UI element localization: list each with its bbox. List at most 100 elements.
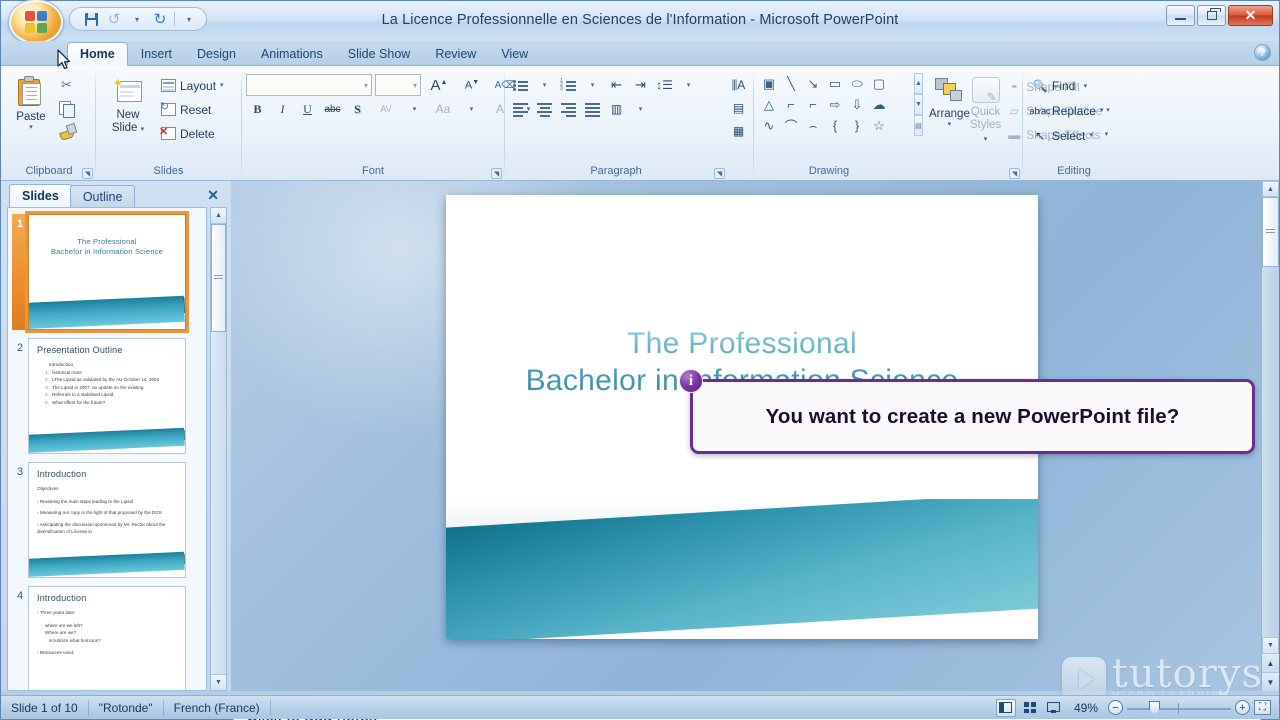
previous-slide-button[interactable]: ▲ [1262,653,1279,672]
shapes-scrollbar[interactable]: ▲ ▼ ▤ [914,73,923,136]
slide-thumbnail[interactable]: Presentation Outline Introduction 1. hist… [28,338,186,454]
shape-text-box-icon[interactable]: ▣ [758,73,780,94]
fit-to-window-button[interactable]: ⛶ [1254,700,1271,715]
line-spacing-dropdown[interactable]: ▾ [677,74,700,96]
shapes-scroll-up[interactable]: ▲ [914,73,923,94]
italic-button[interactable]: I [271,98,294,120]
align-right-button[interactable] [557,98,580,120]
next-slide-button[interactable]: ▼ [1262,672,1279,691]
align-left-button[interactable] [509,98,532,120]
shape-right-brace-icon[interactable]: } [846,115,868,136]
shapes-gallery[interactable]: ▣ ╲ ↘ ▭ ⬭ ▢ △ ⌐ ⌐ ⇨ ⇩ ☁ ∿ ⌒ ⌢ {} ☆ [758,73,912,136]
align-center-button[interactable] [533,98,556,120]
list-item[interactable]: 4 Introduction › Three years later: wher… [12,586,202,690]
shape-oval-icon[interactable]: ⬭ [846,73,868,94]
quick-styles-button[interactable]: Quick Styles ▾ [970,73,1001,145]
change-case-dropdown[interactable]: ▾ [460,98,483,120]
theme-name[interactable]: "Rotonde" [89,699,164,716]
zoom-slider[interactable] [1127,700,1231,715]
minimize-button[interactable] [1166,5,1195,26]
close-slides-pane-icon[interactable]: ✕ [207,187,219,204]
scroll-down-icon[interactable]: ▼ [211,674,226,690]
shape-cloud-icon[interactable]: ☁ [868,94,890,115]
character-spacing-dropdown[interactable]: ▾ [403,98,426,120]
shape-arrow-icon[interactable]: ↘ [802,73,824,94]
shape-scribble-icon[interactable]: ∿ [758,115,780,136]
shape-triangle-icon[interactable]: △ [758,94,780,115]
tab-home[interactable]: Home [67,42,128,66]
slide-thumbnail[interactable]: Introduction Objectives › Revisiting the… [28,462,186,578]
select-button[interactable]: ↖ Select ▾ [1027,124,1098,147]
shapes-more[interactable]: ▤ [914,115,923,136]
copy-button[interactable] [55,97,78,119]
decrease-indent-button[interactable]: ⇤ [605,74,628,96]
tab-outline[interactable]: Outline [69,185,136,207]
columns-dropdown[interactable]: ▾ [629,98,652,120]
zoom-slider-handle[interactable] [1149,700,1160,715]
grow-font-button[interactable]: A▲ [424,74,454,96]
view-normal-button[interactable] [995,698,1016,717]
tab-slides[interactable]: Slides [9,184,72,207]
slides-pane-scrollbar[interactable]: ▲ ▼ [210,207,227,691]
shape-rectangle-icon[interactable]: ▭ [824,73,846,94]
slide-thumbnail-list[interactable]: 1 The Professional Bachelor in Informati… [7,207,207,691]
shapes-scroll-down[interactable]: ▼ [914,94,923,115]
change-case-button[interactable]: Aa [428,98,458,120]
language-indicator[interactable]: French (France) [164,699,271,716]
help-icon[interactable]: ? [1254,44,1271,61]
columns-button[interactable]: ▥ [605,98,628,120]
tab-review[interactable]: Review [423,42,488,65]
replace-button[interactable]: ab⁄ac Replace ▾ [1027,99,1109,122]
justify-button[interactable] [581,98,604,120]
tab-insert[interactable]: Insert [129,42,184,65]
list-item[interactable]: 2 Presentation Outline Introduction 1. hi… [12,338,202,454]
paragraph-dialog-launcher[interactable]: ◥ [714,168,725,179]
shape-right-arrow-icon[interactable]: ⇨ [824,94,846,115]
bullets-dropdown[interactable]: ▾ [533,74,556,96]
shape-line-icon[interactable]: ╲ [780,73,802,94]
shape-left-brace-icon[interactable]: { [824,115,846,136]
strikethrough-button[interactable]: abc [321,98,344,120]
scrollbar-thumb[interactable] [1262,197,1279,267]
line-spacing-button[interactable]: ↕☰ [653,74,676,96]
numbering-button[interactable] [557,74,580,96]
bold-button[interactable]: B [246,98,269,120]
shape-arc-icon[interactable]: ⌢ [802,115,824,136]
shape-elbow-arrow-icon[interactable]: ⌐ [802,94,824,115]
list-item[interactable]: 1 The Professional Bachelor in Informati… [12,211,202,333]
format-painter-button[interactable] [55,120,78,142]
increase-indent-button[interactable]: ⇥ [629,74,652,96]
paste-button[interactable]: Paste ▾ [7,72,55,131]
slide-thumbnail[interactable]: Introduction › Three years later: where … [28,586,186,690]
numbering-dropdown[interactable]: ▾ [581,74,604,96]
list-item[interactable]: 3 Introduction Objectives › Revisiting t… [12,462,202,578]
new-slide-button[interactable]: ✦ New Slide ▾ [100,72,156,135]
shape-star-icon[interactable]: ☆ [868,115,890,136]
scroll-up-icon[interactable]: ▲ [1262,181,1279,197]
scroll-up-icon[interactable]: ▲ [211,208,226,224]
font-dialog-launcher[interactable]: ◥ [491,168,502,179]
clipboard-dialog-launcher[interactable]: ◥ [82,168,93,179]
shape-rounded-rectangle-icon[interactable]: ▢ [868,73,890,94]
zoom-level[interactable]: 49% [1068,701,1104,715]
drawing-dialog-launcher[interactable]: ◥ [1009,168,1020,179]
bullets-button[interactable] [509,74,532,96]
shape-curve-icon[interactable]: ⌒ [780,115,802,136]
cut-button[interactable]: ✂ [55,74,78,96]
delete-slide-button[interactable]: Delete [156,122,229,145]
scrollbar-thumb[interactable] [211,224,226,332]
slide-counter[interactable]: Slide 1 of 10 [1,699,89,716]
scroll-down-icon[interactable]: ▼ [1262,637,1279,653]
scrollbar-track[interactable] [1262,197,1279,617]
restore-button[interactable] [1197,5,1226,26]
tab-animations[interactable]: Animations [249,42,335,65]
close-button[interactable]: ✕ [1228,5,1273,26]
shrink-font-button[interactable]: A▼ [457,74,487,96]
character-spacing-button[interactable]: AV [371,98,401,120]
find-button[interactable]: 🔍 Find [1027,74,1080,97]
slide-thumbnail[interactable]: The Professional Bachelor in Information… [25,211,189,333]
zoom-in-button[interactable]: + [1235,700,1250,715]
arrange-button[interactable]: Arrange ▾ [929,73,970,128]
tab-view[interactable]: View [489,42,540,65]
slide-scrollbar[interactable]: ▲ ▼ ▲ ▼ [1261,181,1279,691]
